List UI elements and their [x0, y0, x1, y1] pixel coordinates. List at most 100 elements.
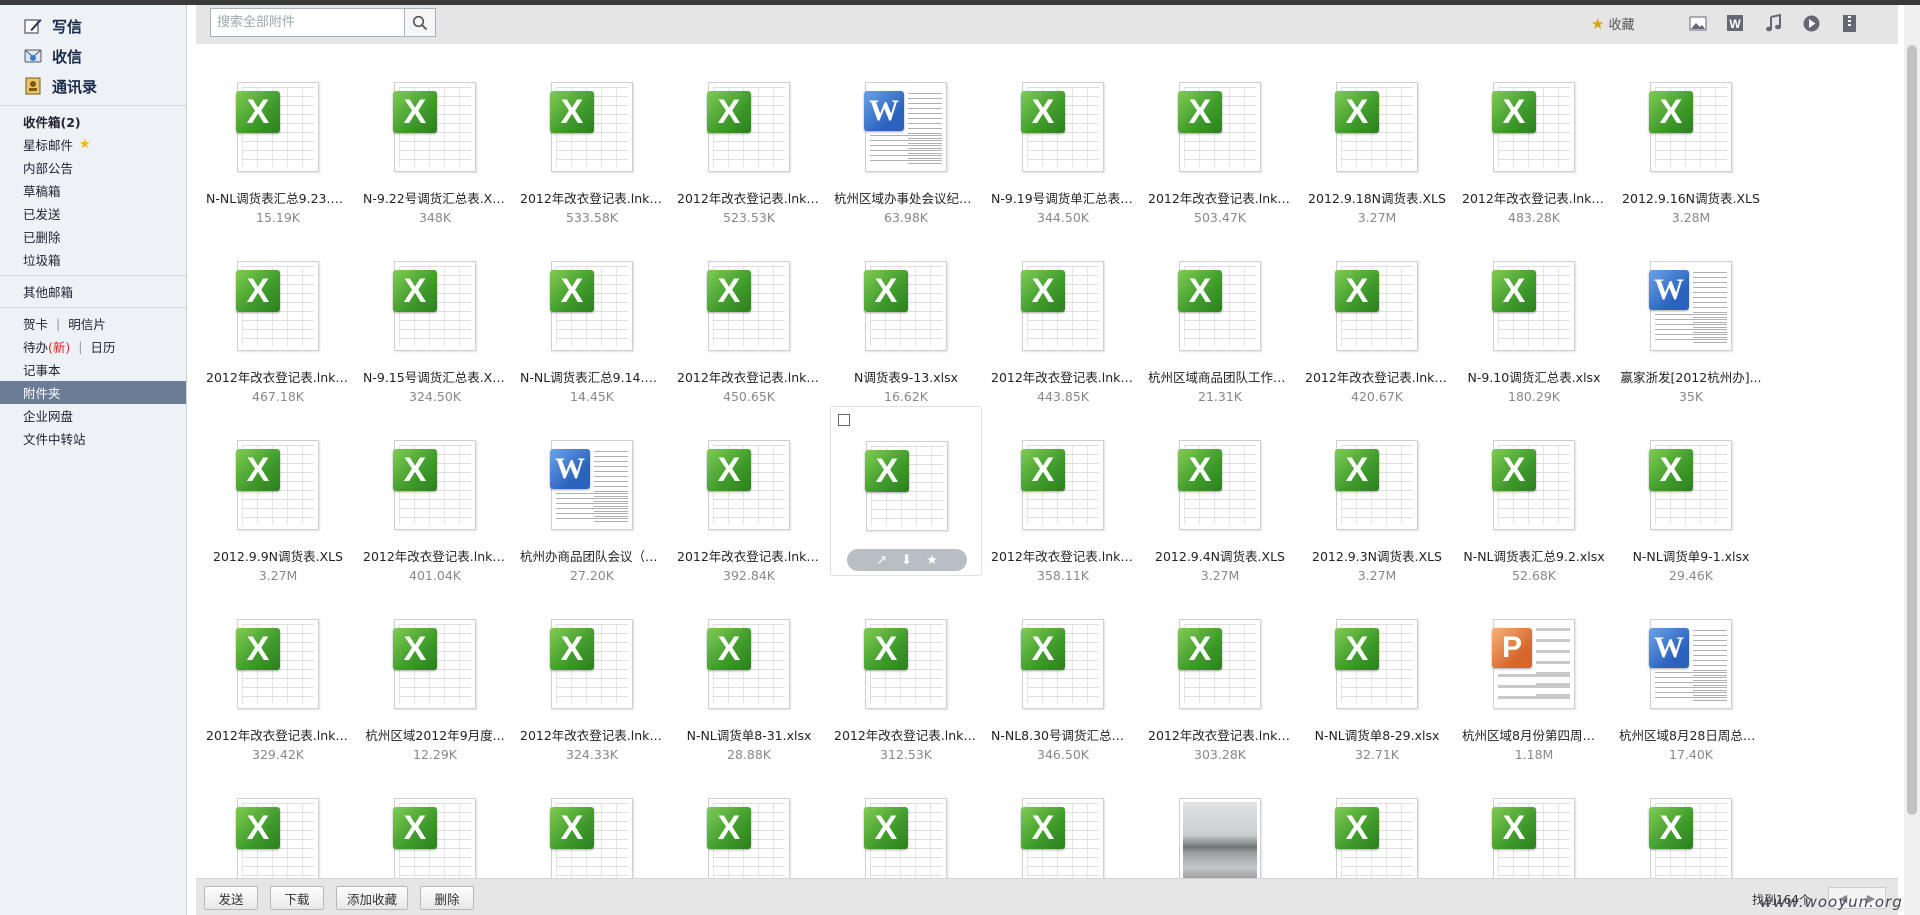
- file-thumbnail[interactable]: W: [1649, 619, 1732, 709]
- file-thumbnail[interactable]: P: [1492, 619, 1575, 709]
- download-icon[interactable]: ⬇: [901, 553, 912, 568]
- file-thumbnail[interactable]: X: [1178, 440, 1261, 530]
- file-thumbnail[interactable]: X: [393, 82, 476, 172]
- sidebar-item-notes[interactable]: 记事本: [0, 358, 186, 381]
- file-name[interactable]: 杭州区域2012年9月度...: [359, 725, 511, 744]
- file-name[interactable]: 杭州区域8月28日周总结.doc: [1615, 725, 1767, 744]
- file-thumbnail[interactable]: X: [236, 619, 319, 709]
- file-thumbnail[interactable]: X: [1178, 82, 1261, 172]
- file-name[interactable]: 2012年改衣登记表.lnk.xls: [1144, 725, 1296, 744]
- file-name[interactable]: 2012.9.3N调货表.XLS: [1301, 546, 1453, 565]
- file-thumbnail[interactable]: X: [1492, 440, 1575, 530]
- file-name[interactable]: 杭州区域商品团队工作计划.xls: [1144, 367, 1296, 386]
- favorites-filter[interactable]: ★ 收藏: [1591, 14, 1634, 34]
- attachment-tile[interactable]: X 2012年改衣登记表.lnk.xls 443.85K: [987, 227, 1139, 404]
- file-name[interactable]: 2012年改衣登记表.lnk.xls: [673, 546, 825, 565]
- scrollbar-thumb[interactable]: [1907, 45, 1917, 815]
- file-name[interactable]: N-NL调货单8-29.xlsx: [1301, 725, 1453, 744]
- send-button[interactable]: 发送: [204, 886, 258, 910]
- file-thumbnail[interactable]: X: [864, 261, 947, 351]
- file-name[interactable]: 2012年改衣登记表.lnk.xls: [516, 725, 668, 744]
- file-thumbnail[interactable]: X: [1021, 440, 1104, 530]
- file-thumbnail[interactable]: X: [707, 798, 790, 878]
- attachment-tile[interactable]: X N-NL调货单9-1.xlsx 29.46K: [1615, 406, 1767, 583]
- attachment-tile[interactable]: X N-9.19号调货单汇总表.xls 344.50K: [987, 48, 1139, 225]
- file-name[interactable]: N-NL调货表汇总9.23.xlsx: [202, 188, 354, 207]
- attachment-tile[interactable]: X 2012年改衣登记表.lnk.xls 533.58K: [516, 48, 668, 225]
- file-thumbnail[interactable]: W: [1649, 261, 1732, 351]
- attachment-tile[interactable]: X 2012年改衣登记表.lnk.xls 312.53K: [830, 585, 982, 762]
- select-checkbox[interactable]: [838, 414, 850, 426]
- file-name[interactable]: 嬴家浙发[2012杭州办]...: [1615, 367, 1767, 386]
- file-name[interactable]: N-9.22号调货汇总表.XLS: [359, 188, 511, 207]
- attachment-tile[interactable]: X 2012年改衣登记表.lnk.xls 401.04K: [359, 406, 511, 583]
- file-thumbnail[interactable]: X: [1335, 261, 1418, 351]
- search-button[interactable]: [404, 9, 435, 36]
- file-thumbnail[interactable]: X: [236, 798, 319, 878]
- file-thumbnail[interactable]: X: [864, 798, 947, 878]
- contacts-button[interactable]: 通讯录: [0, 71, 186, 101]
- file-thumbnail[interactable]: X: [1492, 798, 1575, 878]
- file-thumbnail[interactable]: X: [1335, 82, 1418, 172]
- attachment-tile[interactable]: X 2012年改衣登记表.lnk.xls 467.18K: [202, 227, 354, 404]
- calendar-link[interactable]: 日历: [91, 337, 116, 356]
- file-name[interactable]: 2012年改衣登记表.lnk.xls: [1458, 188, 1610, 207]
- file-thumbnail[interactable]: X: [236, 440, 319, 530]
- attachment-tile[interactable]: X: [1615, 764, 1767, 878]
- file-name[interactable]: 2012年改衣登记表.lnk.xls: [673, 188, 825, 207]
- file-name[interactable]: N-NL调货表汇总9.14.xlsx: [516, 367, 668, 386]
- file-thumbnail[interactable]: X: [707, 619, 790, 709]
- sidebar-item-notices[interactable]: 内部公告: [0, 156, 186, 179]
- word-filter-icon[interactable]: W: [1726, 14, 1745, 33]
- file-name[interactable]: 杭州区域8月份第四周总结.ppt: [1458, 725, 1610, 744]
- sidebar-item-netdisk[interactable]: 企业网盘: [0, 404, 186, 427]
- attachment-tile[interactable]: X N-9.10调货汇总表.xlsx 180.29K: [1458, 227, 1610, 404]
- attachment-tile[interactable]: X 2012年改衣登记表.lnk.xls 483.28K: [1458, 48, 1610, 225]
- attachment-tile[interactable]: X: [830, 764, 982, 878]
- file-thumbnail[interactable]: X: [1178, 261, 1261, 351]
- attachment-tile[interactable]: W 杭州办商品团队会议（0... 27.20K: [516, 406, 668, 583]
- file-thumbnail[interactable]: X: [550, 619, 633, 709]
- file-name[interactable]: 2012年改衣登记表.lnk.xls: [987, 546, 1139, 565]
- sidebar-item-sent[interactable]: 已发送: [0, 202, 186, 225]
- sidebar-item-drafts[interactable]: 草稿箱: [0, 179, 186, 202]
- file-thumbnail[interactable]: X: [1021, 82, 1104, 172]
- file-name[interactable]: 2012年改衣登记表.lnk.xls: [202, 725, 354, 744]
- add-favorite-button[interactable]: 添加收藏: [336, 886, 408, 910]
- todo-link[interactable]: 待办: [23, 337, 48, 356]
- file-thumbnail[interactable]: X: [1021, 798, 1104, 878]
- file-name[interactable]: 2012年改衣登记表.lnk.xls: [1301, 367, 1453, 386]
- file-thumbnail[interactable]: X: [1335, 440, 1418, 530]
- file-thumbnail[interactable]: X: [1649, 440, 1732, 530]
- attachment-tile[interactable]: X 2012.9.16N调货表.XLS 3.28M: [1615, 48, 1767, 225]
- file-name[interactable]: N-NL调货单8-31.xlsx: [673, 725, 825, 744]
- sidebar-item-transfer[interactable]: 文件中转站: [0, 427, 186, 450]
- file-name[interactable]: N-NL8.30号调货汇总表.xls: [987, 725, 1139, 744]
- compose-button[interactable]: 写信: [0, 11, 186, 41]
- file-name[interactable]: 2012年改衣登记表.lnk.xls: [987, 367, 1139, 386]
- file-name[interactable]: 杭州区域办事处会议纪要.doc: [830, 188, 982, 207]
- attachment-tile[interactable]: W 嬴家浙发[2012杭州办]... 35K: [1615, 227, 1767, 404]
- archive-filter-icon[interactable]: [1840, 14, 1859, 33]
- delete-button[interactable]: 删除: [420, 886, 474, 910]
- file-thumbnail[interactable]: X: [236, 261, 319, 351]
- attachment-tile[interactable]: P 杭州区域8月份第四周总结.ppt 1.18M: [1458, 585, 1610, 762]
- file-thumbnail[interactable]: X: [1021, 619, 1104, 709]
- attachment-tile[interactable]: X 杭州区域商品团队工作计划.xls 21.31K: [1144, 227, 1296, 404]
- attachment-tile[interactable]: X 2012.9.3N调货表.XLS 3.27M: [1301, 406, 1453, 583]
- sidebar-item-starred[interactable]: 星标邮件 ★: [0, 133, 186, 156]
- file-name[interactable]: N-9.15号调货汇总表.XLS: [359, 367, 511, 386]
- music-filter-icon[interactable]: [1764, 13, 1783, 33]
- attachment-tile[interactable]: X: [359, 764, 511, 878]
- file-thumbnail[interactable]: X: [707, 440, 790, 530]
- attachment-tile[interactable]: X: [1458, 764, 1610, 878]
- search-input[interactable]: [211, 9, 404, 36]
- greeting-card-link[interactable]: 贺卡: [23, 314, 48, 333]
- file-thumbnail[interactable]: X: [550, 798, 633, 878]
- sidebar-item-inbox[interactable]: 收件箱(2): [0, 110, 186, 133]
- file-thumbnail[interactable]: X: [1335, 798, 1418, 878]
- file-thumbnail[interactable]: X: [1178, 619, 1261, 709]
- attachment-tile[interactable]: X: [516, 764, 668, 878]
- file-thumbnail[interactable]: X: [1021, 261, 1104, 351]
- file-thumbnail[interactable]: X: [236, 82, 319, 172]
